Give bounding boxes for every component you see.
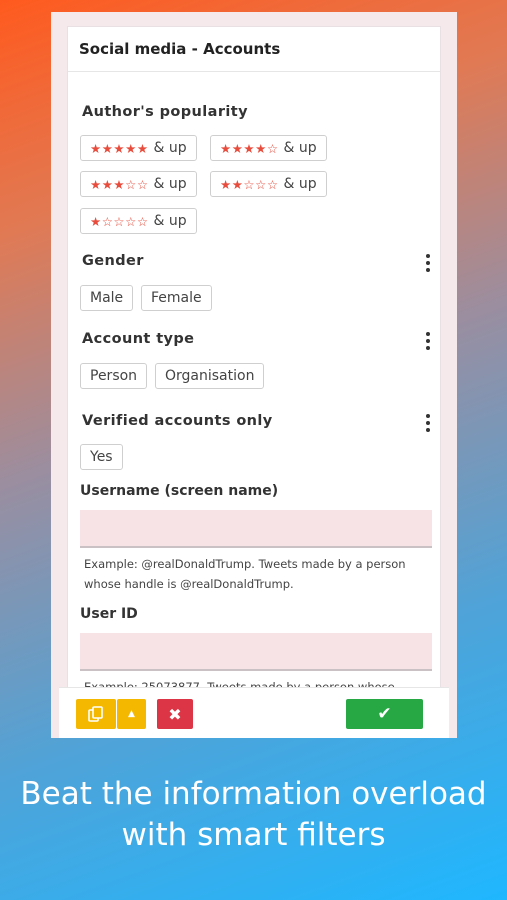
tagline-line-1: Beat the information overload (20, 776, 487, 812)
caret-up-icon: ▲ (128, 709, 135, 719)
cancel-button[interactable]: ✖ (157, 699, 193, 729)
user-id-input[interactable] (80, 633, 432, 671)
popularity-1-star-chip[interactable]: ★☆☆☆☆ & up (80, 208, 197, 234)
promo-tagline: Beat the information overload with smart… (0, 774, 507, 856)
account-type-organisation-chip[interactable]: Organisation (155, 363, 265, 389)
copy-button[interactable] (76, 699, 116, 729)
popularity-4-stars-chip[interactable]: ★★★★☆ & up (210, 135, 327, 161)
panel-title: Social media - Accounts (68, 27, 440, 72)
popularity-3-stars-chip[interactable]: ★★★☆☆ & up (80, 171, 197, 197)
four-stars-icon: ★★★★☆ (220, 140, 279, 156)
chip-label: & up (283, 176, 317, 192)
account-type-more-icon[interactable] (424, 332, 432, 350)
confirm-button[interactable]: ✔ (346, 699, 423, 729)
account-type-title: Account type (82, 331, 195, 347)
verified-more-icon[interactable] (424, 414, 432, 432)
popularity-title: Author's popularity (82, 104, 248, 120)
gender-male-chip[interactable]: Male (80, 285, 134, 311)
chip-label: & up (153, 213, 187, 229)
filter-panel: Social media - Accounts Author's popular… (67, 26, 441, 726)
two-stars-icon: ★★☆☆☆ (220, 176, 279, 192)
popularity-5-stars-chip[interactable]: ★★★★★ & up (80, 135, 197, 161)
verified-yes-chip[interactable]: Yes (80, 444, 123, 470)
username-input[interactable] (80, 510, 432, 548)
copy-options-button[interactable]: ▲ (117, 699, 146, 729)
chip-label: & up (283, 140, 317, 156)
verified-title: Verified accounts only (82, 413, 273, 429)
three-stars-icon: ★★★☆☆ (90, 176, 149, 192)
one-star-icon: ★☆☆☆☆ (90, 213, 149, 229)
username-hint: Example: @realDonaldTrump. Tweets made b… (84, 557, 406, 591)
popularity-2-stars-chip[interactable]: ★★☆☆☆ & up (210, 171, 327, 197)
app-screen: Social media - Accounts Author's popular… (51, 12, 457, 738)
check-icon: ✔ (377, 704, 392, 724)
gender-female-chip[interactable]: Female (141, 285, 212, 311)
action-toolbar: ▲ ✖ ✔ (59, 687, 449, 738)
chip-label: & up (153, 176, 187, 192)
username-label: Username (screen name) (80, 483, 279, 499)
tagline-line-2: with smart filters (121, 817, 386, 853)
chip-label: & up (153, 140, 187, 156)
gender-title: Gender (82, 253, 144, 269)
copy-icon (88, 706, 103, 722)
account-type-person-chip[interactable]: Person (80, 363, 148, 389)
user-id-label: User ID (80, 606, 138, 622)
gender-more-icon[interactable] (424, 254, 432, 272)
close-icon: ✖ (168, 704, 182, 724)
five-stars-icon: ★★★★★ (90, 140, 149, 156)
